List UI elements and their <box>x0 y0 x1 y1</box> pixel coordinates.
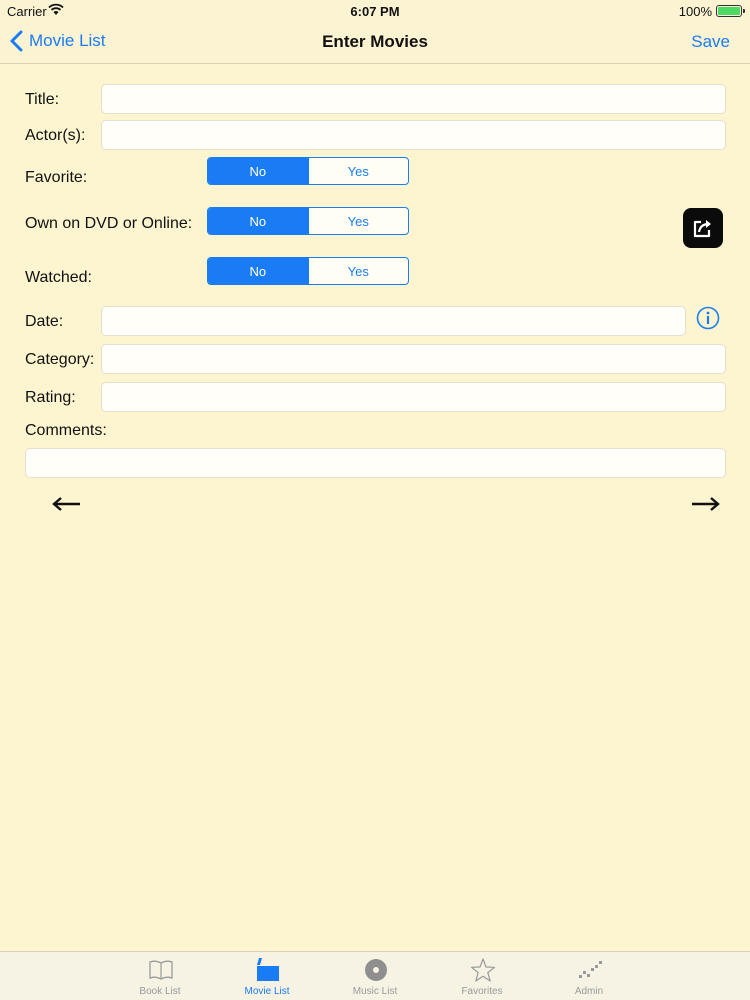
actors-input[interactable] <box>101 120 726 150</box>
watched-no-option[interactable]: No <box>208 258 308 284</box>
actors-label: Actor(s): <box>25 127 86 144</box>
date-label: Date: <box>25 313 64 330</box>
clapperboard-icon <box>257 958 279 981</box>
watched-segmented-control: No Yes <box>207 257 409 285</box>
battery-percent: 100% <box>678 4 712 19</box>
favorite-label: Favorite: <box>25 169 88 186</box>
tab-label: Music List <box>352 986 398 997</box>
tab-music-list[interactable]: Music List <box>335 952 415 1000</box>
tab-admin[interactable]: Admin <box>549 952 629 1000</box>
battery-icon <box>716 5 745 17</box>
title-input[interactable] <box>101 84 726 114</box>
watched-yes-option[interactable]: Yes <box>307 258 409 284</box>
share-button[interactable] <box>683 208 723 248</box>
star-icon <box>470 958 496 982</box>
wifi-icon <box>48 3 64 15</box>
favorite-segmented-control: No Yes <box>207 157 409 185</box>
favorite-yes-option[interactable]: Yes <box>307 158 409 184</box>
watched-label: Watched: <box>25 269 92 286</box>
disc-icon <box>365 959 387 981</box>
date-input[interactable] <box>101 306 686 336</box>
own-yes-option[interactable]: Yes <box>307 208 409 234</box>
category-label: Category: <box>25 351 95 368</box>
back-button-label: Movie List <box>29 31 106 50</box>
tab-label: Favorites <box>461 986 503 997</box>
save-button[interactable]: Save <box>691 32 730 52</box>
tab-movie-list[interactable]: Movie List <box>227 952 307 1000</box>
page-title: Enter Movies <box>322 32 428 51</box>
comments-label: Comments: <box>25 422 107 439</box>
share-icon <box>693 220 711 238</box>
favorite-no-option[interactable]: No <box>208 158 308 184</box>
tab-bar: Book List Movie List Music List Favorite… <box>0 951 750 1000</box>
rating-input[interactable] <box>101 382 726 412</box>
left-arrow-icon[interactable] <box>52 494 82 514</box>
comments-input[interactable] <box>25 448 726 478</box>
admin-icon <box>579 961 602 978</box>
tab-favorites[interactable]: Favorites <box>442 952 522 1000</box>
navigation-bar: Movie List Enter Movies Save <box>0 22 750 64</box>
back-button[interactable]: Movie List <box>10 30 106 52</box>
own-segmented-control: No Yes <box>207 207 409 235</box>
title-label: Title: <box>25 91 60 108</box>
own-label: Own on DVD or Online: <box>25 215 193 232</box>
right-arrow-icon[interactable] <box>690 494 720 514</box>
tab-book-list[interactable]: Book List <box>120 952 200 1000</box>
tab-label: Book List <box>139 986 181 997</box>
category-input[interactable] <box>101 344 726 374</box>
book-icon <box>149 960 173 980</box>
status-bar: Carrier 6:07 PM 100% <box>0 0 750 22</box>
status-time: 6:07 PM <box>350 4 400 19</box>
rating-label: Rating: <box>25 389 76 406</box>
tab-label: Admin <box>574 986 604 997</box>
carrier-label: Carrier <box>7 4 47 19</box>
chevron-left-icon <box>10 30 23 52</box>
own-no-option[interactable]: No <box>208 208 308 234</box>
tab-label: Movie List <box>244 986 290 997</box>
info-icon[interactable] <box>696 306 720 330</box>
